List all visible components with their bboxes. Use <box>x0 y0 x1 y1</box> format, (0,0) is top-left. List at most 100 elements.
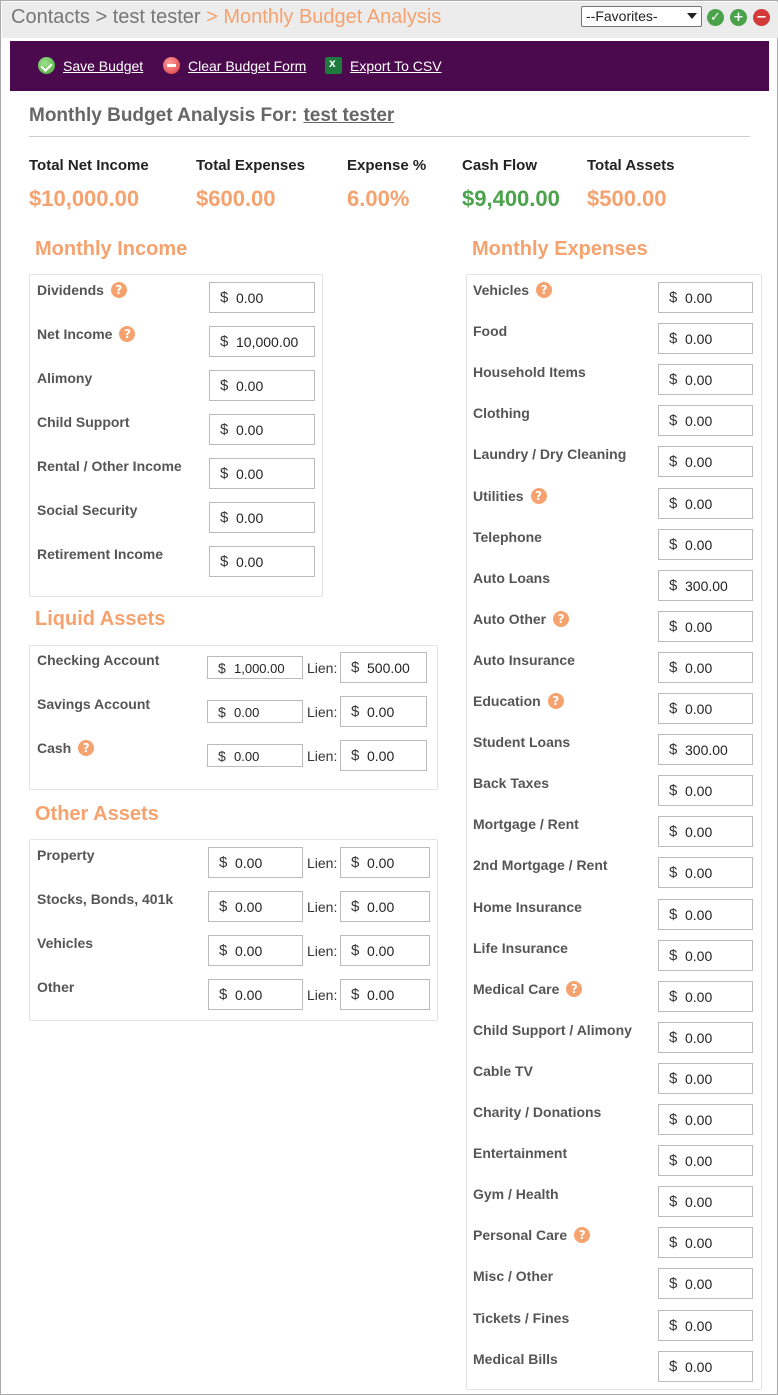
expense-input-medical-care[interactable]: $0.00 <box>658 981 753 1012</box>
currency-symbol: $ <box>669 1111 678 1128</box>
income-input-dividends[interactable]: $0.00 <box>209 282 315 313</box>
help-icon[interactable]: ? <box>553 611 570 627</box>
income-input-retirement-income[interactable]: $0.00 <box>209 546 315 577</box>
page-title-prefix: Monthly Budget Analysis For: <box>29 105 298 126</box>
top-bar: Contacts > test tester > Monthly Budget … <box>2 2 778 38</box>
help-icon[interactable]: ? <box>530 488 547 504</box>
expense-input-home-insurance[interactable]: $0.00 <box>658 899 753 930</box>
expense-input-auto-other[interactable]: $0.00 <box>658 611 753 642</box>
currency-symbol: $ <box>351 854 360 871</box>
field-label-text: Gym / Health <box>473 1186 559 1202</box>
breadcrumb-contacts[interactable]: Contacts <box>11 6 90 28</box>
favorites-select[interactable]: --Favorites- <box>581 6 702 27</box>
expense-input-mortgage-rent[interactable]: $0.00 <box>658 816 753 847</box>
help-icon[interactable]: ? <box>119 326 136 342</box>
other-lien-property[interactable]: $0.00 <box>340 847 430 878</box>
expense-input-auto-loans[interactable]: $300.00 <box>658 570 753 601</box>
expense-input-telephone[interactable]: $0.00 <box>658 529 753 560</box>
expense-input-auto-insurance[interactable]: $0.00 <box>658 652 753 683</box>
currency-symbol: $ <box>669 330 678 347</box>
help-icon[interactable]: ? <box>110 282 127 298</box>
expense-input-child-support-alimony[interactable]: $0.00 <box>658 1022 753 1053</box>
liquid-input-savings-account[interactable]: $0.00 <box>207 700 303 723</box>
add-icon[interactable]: + <box>730 9 747 26</box>
expense-input-medical-bills[interactable]: $0.00 <box>658 1351 753 1382</box>
expense-input-back-taxes[interactable]: $0.00 <box>658 775 753 806</box>
other-input-vehicles[interactable]: $0.00 <box>208 935 303 966</box>
expense-input-life-insurance[interactable]: $0.00 <box>658 940 753 971</box>
check-icon[interactable]: ✓ <box>707 9 724 26</box>
expense-input-personal-care[interactable]: $0.00 <box>658 1227 753 1258</box>
expense-input-charity-donations[interactable]: $0.00 <box>658 1104 753 1135</box>
expense-input-entertainment[interactable]: $0.00 <box>658 1145 753 1176</box>
currency-symbol: $ <box>220 509 229 526</box>
other-lien-vehicles[interactable]: $0.00 <box>340 935 430 966</box>
expense-input-clothing[interactable]: $0.00 <box>658 405 753 436</box>
liquid-lien-savings-account[interactable]: $0.00 <box>340 696 427 727</box>
other-input-stocks-bonds-401k[interactable]: $0.00 <box>208 891 303 922</box>
liquid-input-checking-account[interactable]: $1,000.00 <box>207 656 303 679</box>
help-icon[interactable]: ? <box>566 981 583 997</box>
clear-budget-label: Clear Budget Form <box>188 58 307 74</box>
breadcrumb-current: > Monthly Budget Analysis <box>206 6 442 28</box>
field-label-text: Medical Bills <box>473 1351 558 1367</box>
help-icon[interactable]: ? <box>574 1227 591 1243</box>
field-label: Clothing <box>473 405 530 421</box>
currency-symbol: $ <box>220 333 229 350</box>
expense-input-laundry-dry-cleaning[interactable]: $0.00 <box>658 446 753 477</box>
other-input-property[interactable]: $0.00 <box>208 847 303 878</box>
currency-symbol: $ <box>669 782 678 799</box>
expense-input-utilities[interactable]: $0.00 <box>658 488 753 519</box>
income-input-child-support[interactable]: $0.00 <box>209 414 315 445</box>
other-lien-stocks-bonds-401k[interactable]: $0.00 <box>340 891 430 922</box>
input-value: 0.00 <box>234 705 260 720</box>
section-title-other-assets: Other Assets <box>35 803 159 825</box>
help-icon[interactable]: ? <box>78 740 95 756</box>
expense-input-student-loans[interactable]: $300.00 <box>658 734 753 765</box>
currency-symbol: $ <box>669 453 678 470</box>
input-value: 0.00 <box>234 749 260 764</box>
remove-icon[interactable]: − <box>753 9 770 26</box>
income-input-alimony[interactable]: $0.00 <box>209 370 315 401</box>
expense-input-household-items[interactable]: $0.00 <box>658 364 753 395</box>
expense-input-2nd-mortgage-rent[interactable]: $0.00 <box>658 857 753 888</box>
field-label: Back Taxes <box>473 775 549 791</box>
help-icon[interactable]: ? <box>547 693 564 709</box>
liquid-lien-cash[interactable]: $0.00 <box>340 740 427 771</box>
other-lien-other[interactable]: $0.00 <box>340 979 430 1010</box>
field-label: Tickets / Fines <box>473 1310 569 1326</box>
contact-name-link[interactable]: test tester <box>303 105 394 126</box>
field-label-text: 2nd Mortgage / Rent <box>473 857 608 873</box>
expense-input-gym-health[interactable]: $0.00 <box>658 1186 753 1217</box>
field-label: Vehicles? <box>473 282 553 298</box>
currency-symbol: $ <box>220 289 229 306</box>
expense-input-misc-other[interactable]: $0.00 <box>658 1268 753 1299</box>
income-input-rental-other-income[interactable]: $0.00 <box>209 458 315 489</box>
expense-input-tickets-fines[interactable]: $0.00 <box>658 1310 753 1341</box>
income-input-social-security[interactable]: $0.00 <box>209 502 315 533</box>
field-label: Alimony <box>37 370 92 386</box>
clear-budget-button[interactable]: Clear Budget Form <box>163 56 308 76</box>
expense-input-education[interactable]: $0.00 <box>658 693 753 724</box>
field-label-text: Laundry / Dry Cleaning <box>473 446 627 462</box>
currency-symbol: $ <box>669 1275 678 1292</box>
field-label-text: Misc / Other <box>473 1268 554 1284</box>
help-icon[interactable]: ? <box>536 282 553 298</box>
other-input-other[interactable]: $0.00 <box>208 979 303 1010</box>
save-budget-button[interactable]: Save Budget <box>38 56 158 76</box>
income-input-net-income[interactable]: $10,000.00 <box>209 326 315 357</box>
export-csv-button[interactable]: Export To CSV <box>325 56 450 76</box>
liquid-lien-checking-account[interactable]: $500.00 <box>340 652 427 683</box>
expense-input-food[interactable]: $0.00 <box>658 323 753 354</box>
input-value: 0.00 <box>235 899 263 915</box>
breadcrumb-contact[interactable]: test tester <box>113 6 201 28</box>
field-label: Vehicles <box>37 935 93 951</box>
input-value: 0.00 <box>685 1318 713 1334</box>
field-label: Charity / Donations <box>473 1104 601 1120</box>
expense-input-vehicles[interactable]: $0.00 <box>658 282 753 313</box>
field-label: 2nd Mortgage / Rent <box>473 857 608 873</box>
field-label: Social Security <box>37 502 137 518</box>
expense-input-cable-tv[interactable]: $0.00 <box>658 1063 753 1094</box>
liquid-input-cash[interactable]: $0.00 <box>207 744 303 767</box>
field-label: Food <box>473 323 507 339</box>
